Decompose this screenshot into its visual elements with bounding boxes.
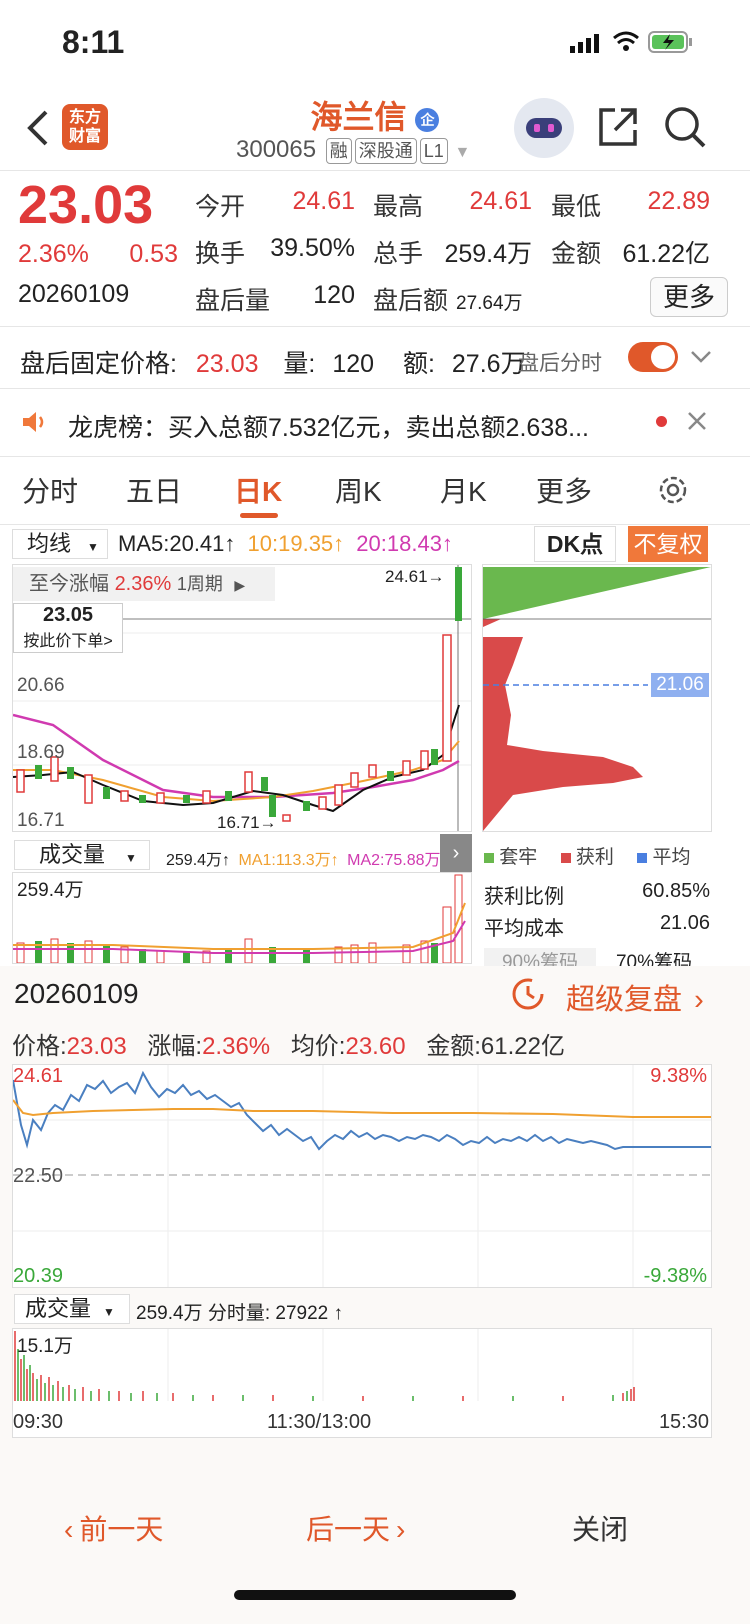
stock-code-row: 300065 融深股通 L1 ▼ <box>236 136 470 164</box>
tab-more[interactable]: 更多 <box>536 470 592 510</box>
wifi-icon <box>612 30 640 57</box>
average-cost: 21.06 <box>659 912 710 934</box>
intraday-volume-chart[interactable]: 15.1万 09:30 11:30/13:00 15:30 <box>12 1328 712 1438</box>
after-hours-volume: 120 <box>313 281 355 309</box>
trapped-chips <box>483 567 711 619</box>
dk-point-button[interactable]: DK点 <box>534 526 616 562</box>
chip-distribution: 21.06 <box>482 564 712 832</box>
stock-code: 300065 <box>236 136 317 163</box>
tab-5day[interactable]: 五日 <box>126 470 182 510</box>
intraday-chart[interactable]: 24.61 22.50 20.39 9.38% -9.38% <box>12 1064 712 1288</box>
y-mid-label: 22.50 <box>13 1165 64 1187</box>
volume-max-label: 259.4万 <box>17 880 84 901</box>
stock-name: 海兰信 <box>310 99 407 135</box>
tab-monthly-k[interactable]: 月K <box>440 470 487 510</box>
profit-ratio: 60.85% <box>642 880 710 902</box>
enterprise-badge: 企 <box>415 107 440 132</box>
low-price: 22.89 <box>647 187 710 215</box>
open-price: 24.61 <box>292 187 355 215</box>
kline-y-label: 18.69 <box>17 742 65 763</box>
intraday-volume-info: 259.4万 分时量: 27922 ↑ <box>136 1303 343 1324</box>
tag-connect: 深股通 <box>354 138 417 164</box>
search-icon[interactable] <box>662 104 708 155</box>
next-day-button[interactable]: 后一天 › <box>306 1508 405 1548</box>
super-replay-link[interactable]: 超级复盘 › <box>566 976 704 1018</box>
home-indicator <box>234 1590 516 1600</box>
after-hours-timeshare-label: 盘后分时 <box>518 352 602 375</box>
kline-chart[interactable]: 至今涨幅 2.36% 1周期 ▶ 23.05 按此价下单> 20.66 18.6… <box>12 564 472 832</box>
close-button[interactable]: 关闭 <box>572 1508 628 1548</box>
dropdown-icon[interactable]: ▼ <box>454 144 470 161</box>
volume-chart[interactable]: 259.4万 <box>12 872 472 964</box>
status-time: 8:11 <box>62 24 125 60</box>
more-button[interactable]: 更多 <box>650 277 728 317</box>
tag-level: L1 <box>419 138 448 164</box>
avg-cost-tag: 21.06 <box>651 673 709 697</box>
news-ticker[interactable]: 龙虎榜：买入总额7.532亿元，卖出总额2.638... <box>68 408 638 444</box>
time-mid: 11:30/13:00 <box>267 1411 372 1433</box>
news-dot <box>656 416 667 427</box>
total-amount: 61.22亿 <box>622 240 710 268</box>
tab-weekly-k[interactable]: 周K <box>335 470 382 510</box>
intraday-volume-max: 15.1万 <box>17 1336 73 1357</box>
close-icon[interactable] <box>686 410 708 437</box>
ma20-line <box>12 713 460 799</box>
robot-avatar[interactable] <box>514 98 574 158</box>
tab-timeshare[interactable]: 分时 <box>22 470 78 510</box>
volume-select[interactable]: 成交量 ▼ <box>14 840 150 870</box>
intraday-volume-bars <box>14 1331 635 1401</box>
no-adjust-button[interactable]: 不复权 <box>628 526 708 562</box>
high-price: 24.61 <box>469 187 532 215</box>
settings-icon[interactable] <box>656 473 690 512</box>
tab-active-underline <box>240 513 278 518</box>
time-end: 15:30 <box>658 1411 709 1433</box>
profit-chips <box>483 637 643 831</box>
tab-daily-k[interactable]: 日K <box>234 470 282 510</box>
prev-day-button[interactable]: ‹ 前一天 <box>64 1508 163 1548</box>
history-icon[interactable] <box>510 976 546 1017</box>
after-hours-row: 盘后固定价格: 23.03 量: 120 额: 27.6万 <box>20 350 526 378</box>
ma5-line <box>12 704 460 813</box>
pct-top-label: 9.38% <box>650 1065 707 1087</box>
kline-y-label: 16.71 <box>17 810 65 831</box>
change-amount: 0.53 <box>129 240 178 268</box>
y-top-label: 24.61 <box>13 1065 64 1087</box>
after-hours-toggle[interactable] <box>628 342 678 372</box>
intraday-volume-select[interactable]: 成交量 ▼ <box>14 1294 130 1324</box>
ma-select[interactable]: 均线 ▼ <box>12 529 108 559</box>
chip-legend: 套牢 获利 平均 <box>484 842 690 869</box>
chevron-down-icon[interactable] <box>690 349 712 370</box>
share-icon[interactable] <box>597 106 639 153</box>
change-percent: 2.36% <box>18 240 89 268</box>
pct-bot-label: -9.38% <box>643 1265 707 1287</box>
high-mark: 24.61→ <box>385 567 445 586</box>
tag-margin: 融 <box>325 138 352 164</box>
avg-price-line <box>12 1099 711 1118</box>
after-hours-amount: 27.64万 <box>456 293 523 314</box>
ma-values: MA5:20.41↑ 10:19.35↑ 20:18.43↑ <box>118 531 453 556</box>
last-price: 23.03 <box>18 175 154 235</box>
turnover-rate: 39.50% <box>270 234 355 262</box>
y-bot-label: 20.39 <box>13 1265 64 1287</box>
total-volume: 259.4万 <box>444 240 532 268</box>
period-gain-box[interactable]: 至今涨幅 2.36% 1周期 ▶ <box>13 567 275 601</box>
replay-date: 20260109 <box>14 978 139 1009</box>
volume-ma-values: 259.4万↑ MA1:113.3万↑ MA2:75.88万 <box>166 852 441 869</box>
replay-info: 价格:23.03 涨幅:2.36% 均价:23.60 金额:61.22亿 <box>12 1033 565 1060</box>
order-price-box[interactable]: 23.05 按此价下单> <box>13 603 123 653</box>
kline-y-label: 20.66 <box>17 675 65 696</box>
time-start: 09:30 <box>13 1411 64 1433</box>
low-mark: 16.71→ <box>217 813 277 832</box>
battery-icon <box>648 31 694 58</box>
quote-date: 20260109 <box>18 280 130 308</box>
speaker-icon <box>20 408 48 441</box>
signal-icon <box>570 33 604 58</box>
volume-collapse-icon[interactable]: › <box>440 834 472 872</box>
